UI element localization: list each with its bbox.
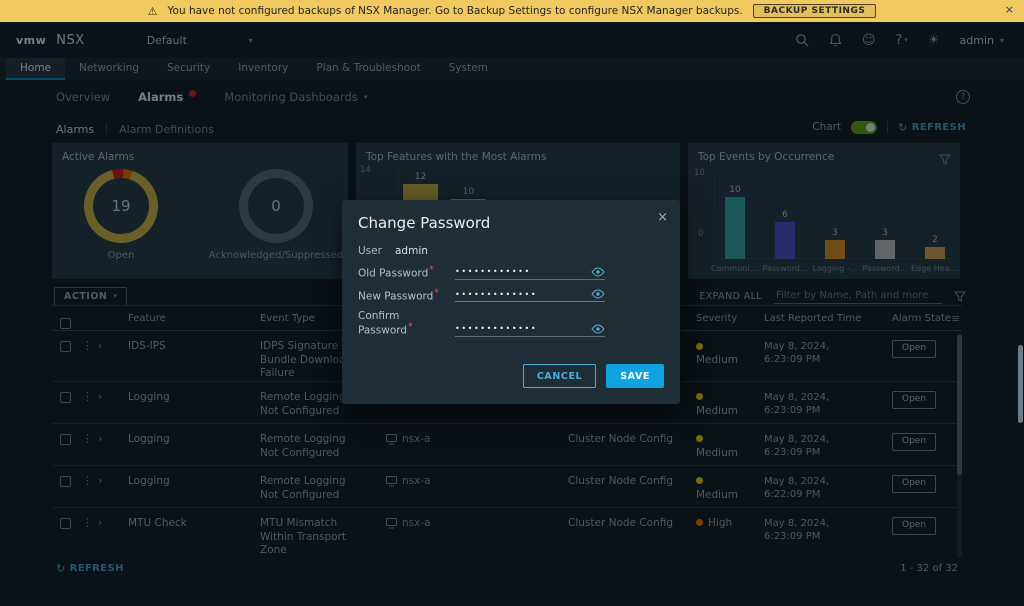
user-row: User admin [358, 245, 664, 257]
password-value: ••••••••••••• [455, 324, 537, 333]
old-password-input[interactable]: •••••••••••• [455, 267, 605, 280]
show-password-icon[interactable] [591, 267, 605, 277]
banner-message: You have not configured backups of NSX M… [168, 5, 743, 17]
banner-close-icon[interactable]: × [1005, 3, 1014, 16]
user-label: User [358, 245, 395, 257]
password-field-row: New Password*••••••••••••• [358, 288, 664, 303]
dialog-buttons: CANCEL SAVE [523, 364, 664, 388]
new-password-input[interactable]: ••••••••••••• [455, 289, 605, 302]
page-scrollbar[interactable] [1018, 345, 1023, 423]
show-password-icon[interactable] [591, 289, 605, 299]
save-button[interactable]: SAVE [606, 364, 664, 388]
user-value: admin [395, 245, 428, 257]
cancel-button[interactable]: CANCEL [523, 364, 596, 388]
required-asterisk: * [429, 265, 434, 275]
change-password-dialog: Change Password × User admin Old Passwor… [342, 200, 680, 404]
password-value: ••••••••••••• [455, 290, 537, 299]
password-value: •••••••••••• [455, 267, 531, 276]
field-label: Confirm Password* [358, 310, 455, 337]
warning-icon: ⚠ [148, 5, 158, 18]
dialog-close-icon[interactable]: × [657, 210, 668, 225]
backup-settings-button[interactable]: BACKUP SETTINGS [753, 4, 877, 18]
field-label: Old Password* [358, 265, 455, 280]
password-fields: Old Password*••••••••••••New Password*••… [358, 265, 664, 337]
required-asterisk: * [434, 288, 439, 298]
show-password-icon[interactable] [591, 324, 605, 334]
confirm-password-input[interactable]: ••••••••••••• [455, 324, 605, 337]
dialog-title: Change Password [358, 214, 664, 232]
nsx-application: ⚠ You have not configured backups of NSX… [0, 0, 1024, 606]
backup-warning-banner: ⚠ You have not configured backups of NSX… [0, 0, 1024, 22]
required-asterisk: * [408, 322, 413, 332]
field-label: New Password* [358, 288, 455, 303]
password-field-row: Confirm Password*••••••••••••• [358, 310, 664, 337]
password-field-row: Old Password*•••••••••••• [358, 265, 664, 280]
